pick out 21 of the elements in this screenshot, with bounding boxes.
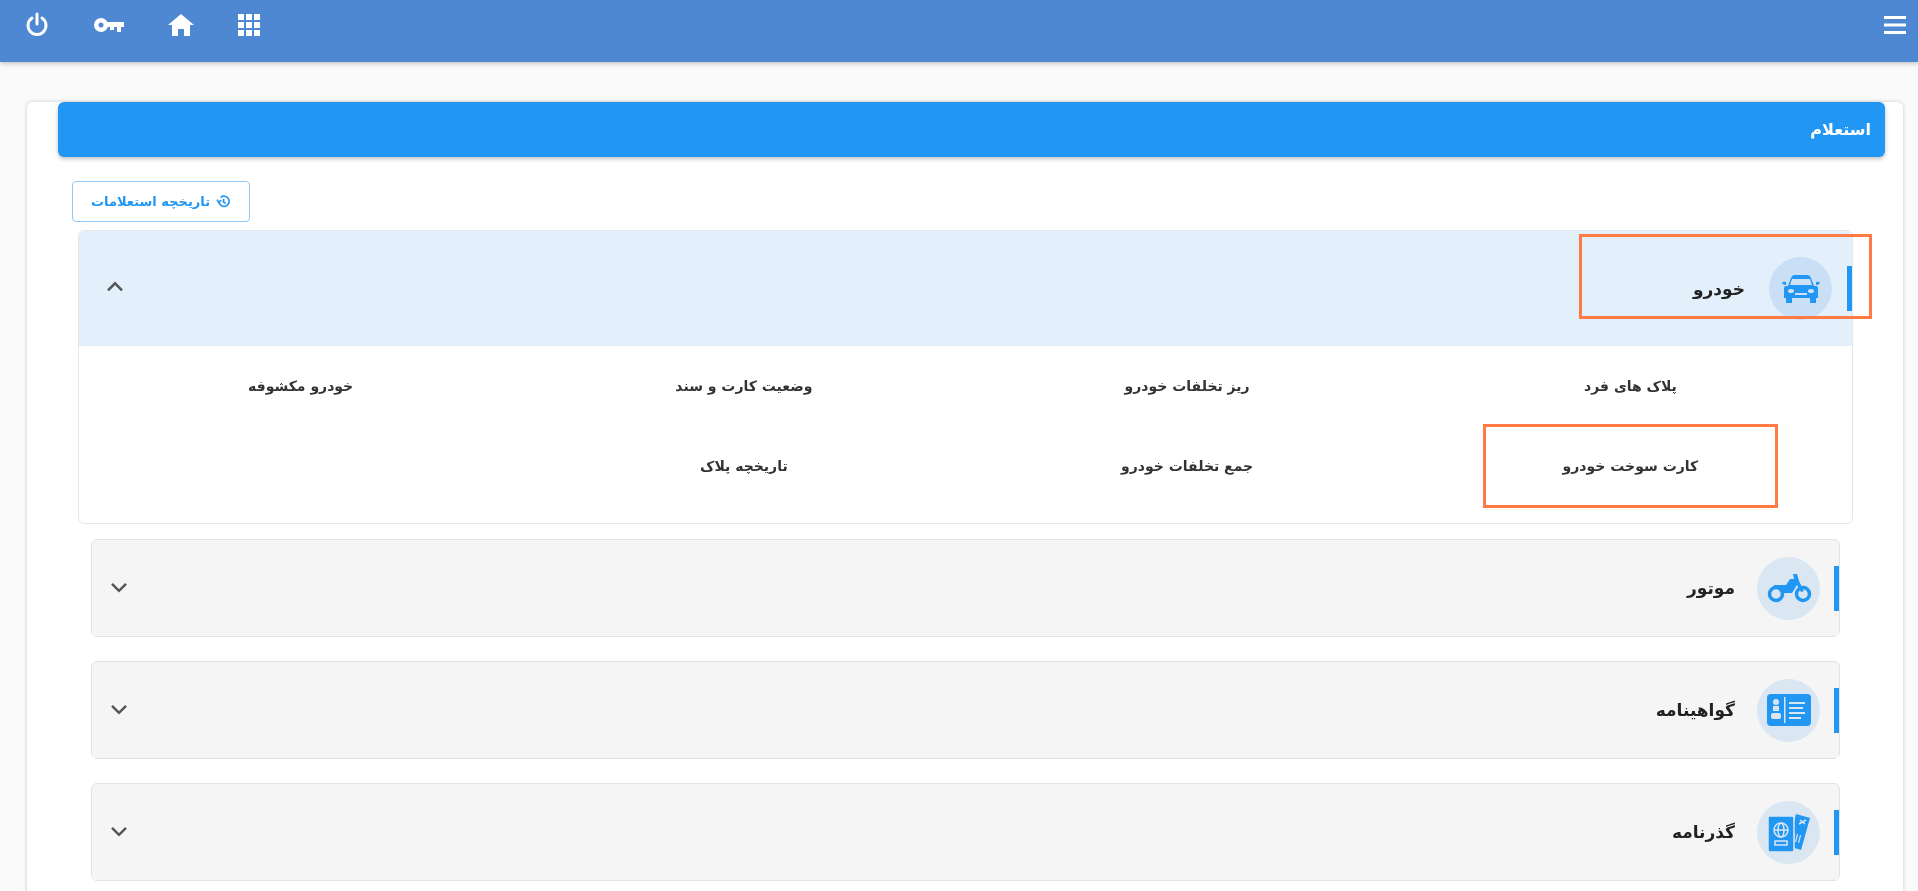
category-header[interactable]: خودرو (79, 231, 1852, 346)
category-title: موتور (1687, 578, 1735, 598)
home-icon[interactable] (168, 14, 194, 36)
inquiry-link[interactable]: خودرو مکشوفه (153, 344, 449, 428)
accent-bar (1834, 687, 1839, 733)
accent-bar (1834, 565, 1839, 611)
inquiry-link[interactable]: کارت سوخت خودرو (1482, 424, 1778, 508)
category-title: گذرنامه (1671, 822, 1735, 842)
history-icon (216, 194, 232, 209)
motorcycle-icon (1765, 573, 1812, 603)
id-card-icon (1766, 694, 1811, 726)
category-title: خودرو (1693, 278, 1745, 299)
panel-title: استعلام (1810, 120, 1871, 139)
accent-bar (1834, 809, 1839, 855)
key-icon[interactable] (94, 17, 124, 33)
car-icon (1781, 273, 1820, 304)
category-title: گواهینامه (1655, 700, 1735, 720)
power-icon[interactable] (24, 12, 50, 38)
menu-icon[interactable] (1884, 16, 1906, 34)
apps-grid-icon[interactable] (238, 14, 260, 36)
accent-bar (1847, 266, 1852, 311)
